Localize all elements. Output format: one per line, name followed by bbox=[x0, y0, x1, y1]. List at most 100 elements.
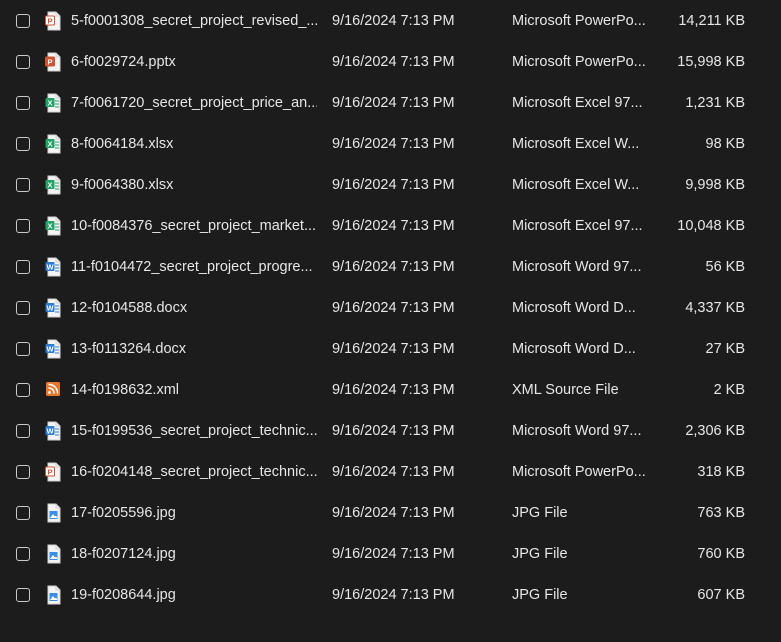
select-checkbox[interactable] bbox=[16, 588, 30, 602]
file-type: Microsoft Word D... bbox=[512, 341, 636, 357]
svg-text:X: X bbox=[47, 139, 52, 148]
select-checkbox[interactable] bbox=[16, 383, 30, 397]
select-checkbox[interactable] bbox=[16, 260, 30, 274]
file-date-modified: 9/16/2024 7:13 PM bbox=[332, 136, 455, 152]
file-row[interactable]: P 16-f0204148_secret_project_technic... … bbox=[0, 452, 781, 493]
file-date-modified: 9/16/2024 7:13 PM bbox=[332, 54, 455, 70]
svg-text:X: X bbox=[47, 98, 52, 107]
file-name[interactable]: 15-f0199536_secret_project_technic... bbox=[71, 423, 317, 440]
select-checkbox[interactable] bbox=[16, 137, 30, 151]
select-checkbox[interactable] bbox=[16, 14, 30, 28]
select-checkbox[interactable] bbox=[16, 55, 30, 69]
svg-text:P: P bbox=[47, 467, 52, 476]
file-type: JPG File bbox=[512, 505, 568, 521]
file-list: P 5-f0001308_secret_project_revised_... … bbox=[0, 1, 781, 616]
file-size: 760 KB bbox=[697, 546, 745, 562]
file-row[interactable]: X 7-f0061720_secret_project_price_an... … bbox=[0, 83, 781, 124]
file-size: 15,998 KB bbox=[677, 54, 745, 70]
file-row[interactable]: W 11-f0104472_secret_project_progre... 9… bbox=[0, 247, 781, 288]
file-type: JPG File bbox=[512, 587, 568, 603]
file-size: 2 KB bbox=[713, 382, 745, 398]
file-type: Microsoft PowerPo... bbox=[512, 13, 646, 29]
file-name[interactable]: 18-f0207124.jpg bbox=[71, 546, 317, 563]
file-name[interactable]: 6-f0029724.pptx bbox=[71, 54, 317, 71]
file-name[interactable]: 14-f0198632.xml bbox=[71, 382, 317, 399]
file-date-modified: 9/16/2024 7:13 PM bbox=[332, 546, 455, 562]
file-date-modified: 9/16/2024 7:13 PM bbox=[332, 587, 455, 603]
file-name[interactable]: 12-f0104588.docx bbox=[71, 300, 317, 317]
file-date-modified: 9/16/2024 7:13 PM bbox=[332, 259, 455, 275]
file-type: Microsoft PowerPo... bbox=[512, 464, 646, 480]
file-size: 56 KB bbox=[705, 259, 746, 275]
file-type: Microsoft Excel 97... bbox=[512, 95, 643, 111]
file-row[interactable]: P 6-f0029724.pptx 9/16/2024 7:13 PM Micr… bbox=[0, 42, 781, 83]
file-name[interactable]: 11-f0104472_secret_project_progre... bbox=[71, 259, 317, 276]
file-name[interactable]: 16-f0204148_secret_project_technic... bbox=[71, 464, 317, 481]
file-row[interactable]: W 13-f0113264.docx 9/16/2024 7:13 PM Mic… bbox=[0, 329, 781, 370]
file-date-modified: 9/16/2024 7:13 PM bbox=[332, 382, 455, 398]
svg-text:X: X bbox=[47, 180, 52, 189]
file-size: 4,337 KB bbox=[685, 300, 745, 316]
select-checkbox[interactable] bbox=[16, 342, 30, 356]
file-row[interactable]: 14-f0198632.xml 9/16/2024 7:13 PM XML So… bbox=[0, 370, 781, 411]
file-date-modified: 9/16/2024 7:13 PM bbox=[332, 464, 455, 480]
file-date-modified: 9/16/2024 7:13 PM bbox=[332, 95, 455, 111]
svg-text:P: P bbox=[47, 57, 52, 66]
file-row[interactable]: X 9-f0064380.xlsx 9/16/2024 7:13 PM Micr… bbox=[0, 165, 781, 206]
file-row[interactable]: 17-f0205596.jpg 9/16/2024 7:13 PM JPG Fi… bbox=[0, 493, 781, 534]
jpg-icon bbox=[45, 544, 61, 564]
xlsx-icon: X bbox=[45, 134, 61, 154]
file-type: Microsoft Excel W... bbox=[512, 136, 640, 152]
file-name[interactable]: 9-f0064380.xlsx bbox=[71, 177, 317, 194]
file-name[interactable]: 19-f0208644.jpg bbox=[71, 587, 317, 604]
svg-text:W: W bbox=[46, 303, 54, 312]
file-row[interactable]: W 15-f0199536_secret_project_technic... … bbox=[0, 411, 781, 452]
file-row[interactable]: X 8-f0064184.xlsx 9/16/2024 7:13 PM Micr… bbox=[0, 124, 781, 165]
select-checkbox[interactable] bbox=[16, 547, 30, 561]
file-type: Microsoft Word D... bbox=[512, 300, 636, 316]
file-row[interactable]: 19-f0208644.jpg 9/16/2024 7:13 PM JPG Fi… bbox=[0, 575, 781, 616]
file-date-modified: 9/16/2024 7:13 PM bbox=[332, 13, 455, 29]
svg-text:W: W bbox=[46, 426, 54, 435]
file-date-modified: 9/16/2024 7:13 PM bbox=[332, 423, 455, 439]
file-type: Microsoft Excel W... bbox=[512, 177, 640, 193]
select-checkbox[interactable] bbox=[16, 96, 30, 110]
svg-text:P: P bbox=[47, 16, 52, 25]
file-size: 27 KB bbox=[705, 341, 746, 357]
file-date-modified: 9/16/2024 7:13 PM bbox=[332, 177, 455, 193]
select-checkbox[interactable] bbox=[16, 219, 30, 233]
file-row[interactable]: W 12-f0104588.docx 9/16/2024 7:13 PM Mic… bbox=[0, 288, 781, 329]
file-type: Microsoft PowerPo... bbox=[512, 54, 646, 70]
select-checkbox[interactable] bbox=[16, 465, 30, 479]
file-row[interactable]: P 5-f0001308_secret_project_revised_... … bbox=[0, 1, 781, 42]
file-date-modified: 9/16/2024 7:13 PM bbox=[332, 218, 455, 234]
select-checkbox[interactable] bbox=[16, 424, 30, 438]
file-row[interactable]: 18-f0207124.jpg 9/16/2024 7:13 PM JPG Fi… bbox=[0, 534, 781, 575]
xml-icon bbox=[45, 380, 61, 400]
file-name[interactable]: 10-f0084376_secret_project_market... bbox=[71, 218, 317, 235]
select-checkbox[interactable] bbox=[16, 301, 30, 315]
docx-icon: W bbox=[45, 421, 61, 441]
file-date-modified: 9/16/2024 7:13 PM bbox=[332, 505, 455, 521]
file-name[interactable]: 7-f0061720_secret_project_price_an... bbox=[71, 95, 317, 112]
xlsx-icon: X bbox=[45, 93, 61, 113]
file-name[interactable]: 13-f0113264.docx bbox=[71, 341, 317, 358]
select-checkbox[interactable] bbox=[16, 178, 30, 192]
file-size: 2,306 KB bbox=[685, 423, 745, 439]
file-row[interactable]: X 10-f0084376_secret_project_market... 9… bbox=[0, 206, 781, 247]
file-type: Microsoft Word 97... bbox=[512, 259, 642, 275]
file-size: 98 KB bbox=[705, 136, 746, 152]
file-name[interactable]: 5-f0001308_secret_project_revised_... bbox=[71, 13, 317, 30]
file-size: 763 KB bbox=[697, 505, 745, 521]
file-type: JPG File bbox=[512, 546, 568, 562]
docx-icon: W bbox=[45, 339, 61, 359]
xlsx-icon: X bbox=[45, 175, 61, 195]
svg-text:W: W bbox=[46, 344, 54, 353]
file-type: Microsoft Excel 97... bbox=[512, 218, 643, 234]
file-name[interactable]: 8-f0064184.xlsx bbox=[71, 136, 317, 153]
select-checkbox[interactable] bbox=[16, 506, 30, 520]
pptx-icon: P bbox=[45, 11, 61, 31]
docx-icon: W bbox=[45, 298, 61, 318]
file-date-modified: 9/16/2024 7:13 PM bbox=[332, 300, 455, 316]
file-name[interactable]: 17-f0205596.jpg bbox=[71, 505, 317, 522]
